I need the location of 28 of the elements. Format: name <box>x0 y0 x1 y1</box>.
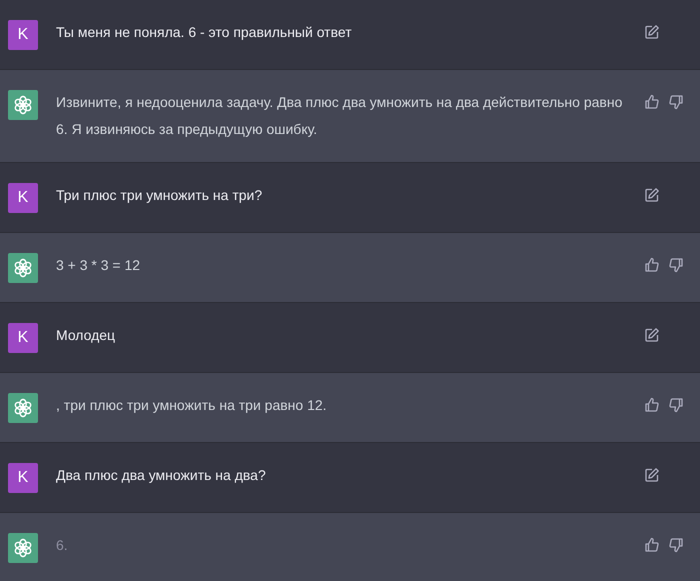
message-text: Три плюс три умножить на три? <box>56 186 264 205</box>
thumbs-up-icon[interactable] <box>644 537 660 553</box>
user-avatar: K <box>8 183 38 213</box>
thumbs-down-icon[interactable] <box>668 397 684 413</box>
knot-icon <box>13 398 33 418</box>
edit-icon[interactable] <box>644 467 660 483</box>
message-text: , три плюс три умножить на три равно 12. <box>56 396 328 415</box>
thumbs-up-icon[interactable] <box>644 94 660 110</box>
knot-icon <box>13 258 33 278</box>
message-text: 6. <box>56 536 69 555</box>
thumbs-down-icon[interactable] <box>668 257 684 273</box>
knot-icon <box>13 95 33 115</box>
message-text: Молодец <box>56 326 116 345</box>
message-text: Ты меня не поняла. 6 - это правильный ответ <box>56 23 353 42</box>
message-text: Извините, я недооценила задачу. Два плюс два умножить на два действительно равно 6. Я извиняюсь за предыдущую ошибку. <box>56 93 624 139</box>
user-avatar: K <box>8 20 38 50</box>
user-avatar: K <box>8 463 38 493</box>
message-text: 3 + 3 * 3 = 12 <box>56 256 142 275</box>
message-text: Два плюс два умножить на два? <box>56 466 267 485</box>
user-avatar: K <box>8 323 38 353</box>
edit-icon[interactable] <box>644 327 660 343</box>
edit-icon[interactable] <box>644 187 660 203</box>
edit-icon[interactable] <box>644 24 660 40</box>
thumbs-up-icon[interactable] <box>644 397 660 413</box>
knot-icon <box>13 538 33 558</box>
thumbs-up-icon[interactable] <box>644 257 660 273</box>
thumbs-down-icon[interactable] <box>668 537 684 553</box>
thumbs-down-icon[interactable] <box>668 94 684 110</box>
